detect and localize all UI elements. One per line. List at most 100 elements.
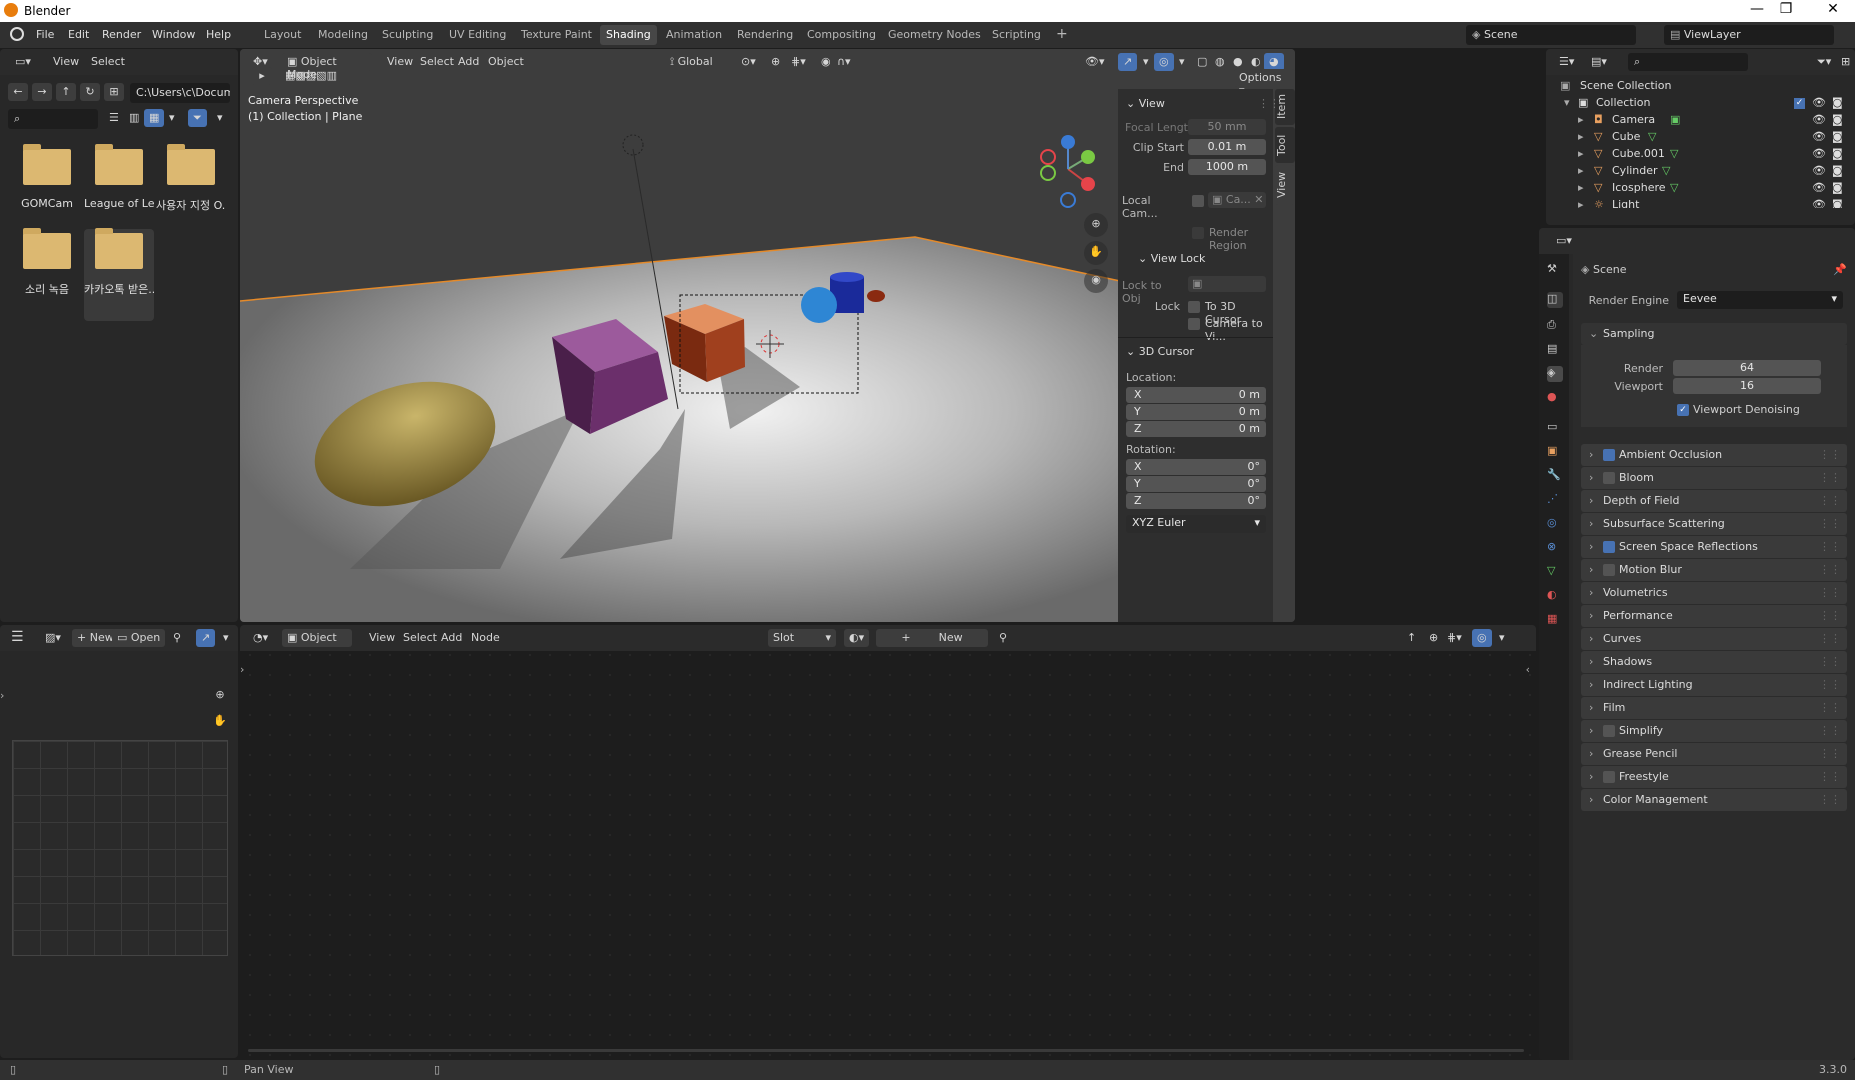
zoom-icon[interactable]: ⊕: [1084, 213, 1108, 237]
node-editor-type-icon[interactable]: ◔▾: [248, 629, 273, 647]
panel-enable-checkbox[interactable]: [1603, 472, 1615, 484]
menu-help[interactable]: Help: [206, 28, 231, 41]
panel-header-color-management[interactable]: › Color Management ⋮⋮: [1581, 789, 1847, 811]
sort-dropdown-icon[interactable]: ▾: [164, 109, 180, 127]
folder-item[interactable]: 사용자 지정 O...: [156, 144, 226, 213]
wireframe-shading-icon[interactable]: ◍: [1210, 53, 1230, 71]
camera-render-icon[interactable]: ◙: [1832, 96, 1843, 109]
rotation-x-field[interactable]: X 0°: [1126, 459, 1266, 475]
forward-arrow-icon[interactable]: →: [32, 83, 52, 101]
new-folder-icon[interactable]: ⊞: [104, 83, 124, 101]
render-samples-field[interactable]: 64: [1673, 360, 1821, 376]
particles-tab-icon[interactable]: ⋰: [1547, 492, 1563, 508]
location-x-field[interactable]: X 0 m: [1126, 387, 1266, 403]
collection-tab-icon[interactable]: ▭: [1547, 420, 1563, 436]
drag-handle-icon[interactable]: ⋮⋮: [1819, 747, 1841, 760]
local-camera-checkbox[interactable]: [1192, 195, 1204, 207]
tab-rendering[interactable]: Rendering: [731, 25, 799, 45]
horizontal-scrollbar[interactable]: [248, 1049, 1524, 1052]
gizmo-dropdown-icon[interactable]: ▾: [1138, 53, 1154, 71]
options-dropdown[interactable]: Options ▾: [1234, 69, 1295, 97]
drag-handle-icon[interactable]: ⋮⋮: [1819, 678, 1841, 691]
outliner-search-input[interactable]: ⌕: [1628, 53, 1748, 71]
clip-end-field[interactable]: 1000 m: [1188, 159, 1266, 175]
overlay-dropdown-icon[interactable]: ▾: [1174, 53, 1190, 71]
outliner-collection[interactable]: ▾ ▣ Collection ✓ 👁 ◙: [1546, 96, 1855, 113]
menu-window[interactable]: Window: [152, 28, 195, 41]
overlay-toggle-icon[interactable]: ◎: [1154, 53, 1174, 71]
shader-type-dropdown[interactable]: ▣ Object: [282, 629, 352, 647]
viewport-menu-view[interactable]: View: [382, 53, 418, 71]
panel-header-performance[interactable]: › Performance ⋮⋮: [1581, 605, 1847, 627]
drag-handle-icon[interactable]: ⋮⋮: [1819, 586, 1841, 599]
view-section-header[interactable]: ⌄ View: [1126, 97, 1165, 110]
gizmo-icon[interactable]: ↗: [196, 629, 216, 647]
snap-icon[interactable]: ⊕: [766, 53, 785, 71]
modifier-tab-icon[interactable]: 🔧: [1547, 468, 1563, 484]
outliner-filter-icon[interactable]: ⏷▾: [1812, 53, 1836, 71]
panel-header-curves[interactable]: › Curves ⋮⋮: [1581, 628, 1847, 650]
view-lock-header[interactable]: ⌄ View Lock: [1138, 252, 1205, 265]
add-workspace-button[interactable]: +: [1050, 23, 1074, 43]
gizmo-toggle-icon[interactable]: ↗: [1118, 53, 1138, 71]
eye-icon[interactable]: 👁: [1812, 96, 1826, 109]
hand-pan-icon[interactable]: ✋: [1084, 241, 1108, 265]
toolbar-expand-icon[interactable]: ›: [0, 689, 4, 702]
viewlayer-selector[interactable]: ▤ ViewLayer: [1664, 25, 1834, 45]
shader-editor-area[interactable]: ◔▾ ▣ Object View Select Add Node Slot ▾ ◐…: [240, 625, 1536, 1058]
display-mode-icon[interactable]: ▤▾: [1586, 53, 1612, 71]
camera-render-icon[interactable]: ◙: [1832, 181, 1843, 194]
file-menu-select[interactable]: Select: [86, 53, 130, 71]
filter-icon[interactable]: ⏷: [188, 109, 207, 127]
panel-header-motion-blur[interactable]: › Motion Blur ⋮⋮: [1581, 559, 1847, 581]
drag-handle-icon[interactable]: ⋮⋮: [1819, 770, 1841, 783]
overlay-toggle-icon[interactable]: ◎: [1472, 629, 1492, 647]
tab-uv-editing[interactable]: UV Editing: [443, 25, 512, 45]
tab-animation[interactable]: Animation: [660, 25, 728, 45]
local-camera-field[interactable]: ▣ Ca... ✕: [1208, 192, 1266, 208]
sampling-panel-header[interactable]: ⌄ Sampling: [1581, 323, 1847, 345]
hand-pan-icon[interactable]: ✋: [210, 711, 230, 731]
render-tab-icon[interactable]: ◫: [1547, 292, 1563, 308]
tab-tool[interactable]: Tool: [1275, 127, 1295, 163]
drag-handle-icon[interactable]: ⋮⋮: [1819, 632, 1841, 645]
material-browse-icon[interactable]: ◐▾: [844, 629, 870, 647]
eye-icon[interactable]: 👁: [1812, 181, 1826, 194]
lock-to-object-field[interactable]: ▣: [1188, 276, 1266, 292]
drag-handle-icon[interactable]: ⋮⋮: [1819, 494, 1841, 507]
directory-path-input[interactable]: C:\Users\c\Documen...: [130, 83, 230, 103]
outliner-editor-type-icon[interactable]: ☰▾: [1554, 53, 1579, 71]
tab-layout[interactable]: Layout: [258, 25, 307, 45]
node-menu-add[interactable]: Add: [436, 629, 467, 647]
outliner-item[interactable]: ▸ ▽ Cube ▽ 👁 ◙: [1546, 130, 1855, 147]
scene-tab-icon[interactable]: ◈: [1547, 366, 1563, 382]
panel-enable-checkbox[interactable]: [1603, 449, 1615, 461]
location-z-field[interactable]: Z 0 m: [1126, 421, 1266, 437]
camera-render-icon[interactable]: ◙: [1832, 113, 1843, 126]
panel-header-ambient-occlusion[interactable]: › Ambient Occlusion ⋮⋮: [1581, 444, 1847, 466]
falloff-icon[interactable]: ∩▾: [832, 53, 856, 71]
viewport-samples-field[interactable]: 16: [1673, 378, 1821, 394]
panel-header-grease-pencil[interactable]: › Grease Pencil ⋮⋮: [1581, 743, 1847, 765]
panel-header-film[interactable]: › Film ⋮⋮: [1581, 697, 1847, 719]
list-horizontal-icon[interactable]: ▥: [124, 109, 144, 127]
icosphere-object[interactable]: [801, 287, 837, 323]
tab-scripting[interactable]: Scripting: [986, 25, 1047, 45]
viewport-3d-area[interactable]: ✥▾ ▣ Object Mode View Select Add Object …: [240, 49, 1295, 622]
blender-menu-icon[interactable]: [10, 27, 24, 41]
expand-icon[interactable]: ▸: [1578, 164, 1584, 177]
panel-header-indirect-lighting[interactable]: › Indirect Lighting ⋮⋮: [1581, 674, 1847, 696]
constraints-tab-icon[interactable]: ⊗: [1547, 540, 1563, 556]
rotation-mode-dropdown[interactable]: XYZ Euler ▾: [1126, 515, 1266, 533]
folder-item-selected[interactable]: 카카오톡 받은...: [84, 228, 154, 321]
camera-render-icon[interactable]: ◙: [1832, 147, 1843, 160]
panel-header-subsurface-scattering[interactable]: › Subsurface Scattering ⋮⋮: [1581, 513, 1847, 535]
panel-header-simplify[interactable]: › Simplify ⋮⋮: [1581, 720, 1847, 742]
clip-start-field[interactable]: 0.01 m: [1188, 139, 1266, 155]
menu-edit[interactable]: Edit: [68, 28, 89, 41]
tab-geometry-nodes[interactable]: Geometry Nodes: [882, 25, 987, 45]
drag-handle-icon[interactable]: ⋮⋮: [1819, 724, 1841, 737]
viewport-denoising-checkbox[interactable]: ✓: [1677, 404, 1689, 416]
small-red-object[interactable]: [867, 290, 885, 302]
back-arrow-icon[interactable]: ←: [8, 83, 28, 101]
